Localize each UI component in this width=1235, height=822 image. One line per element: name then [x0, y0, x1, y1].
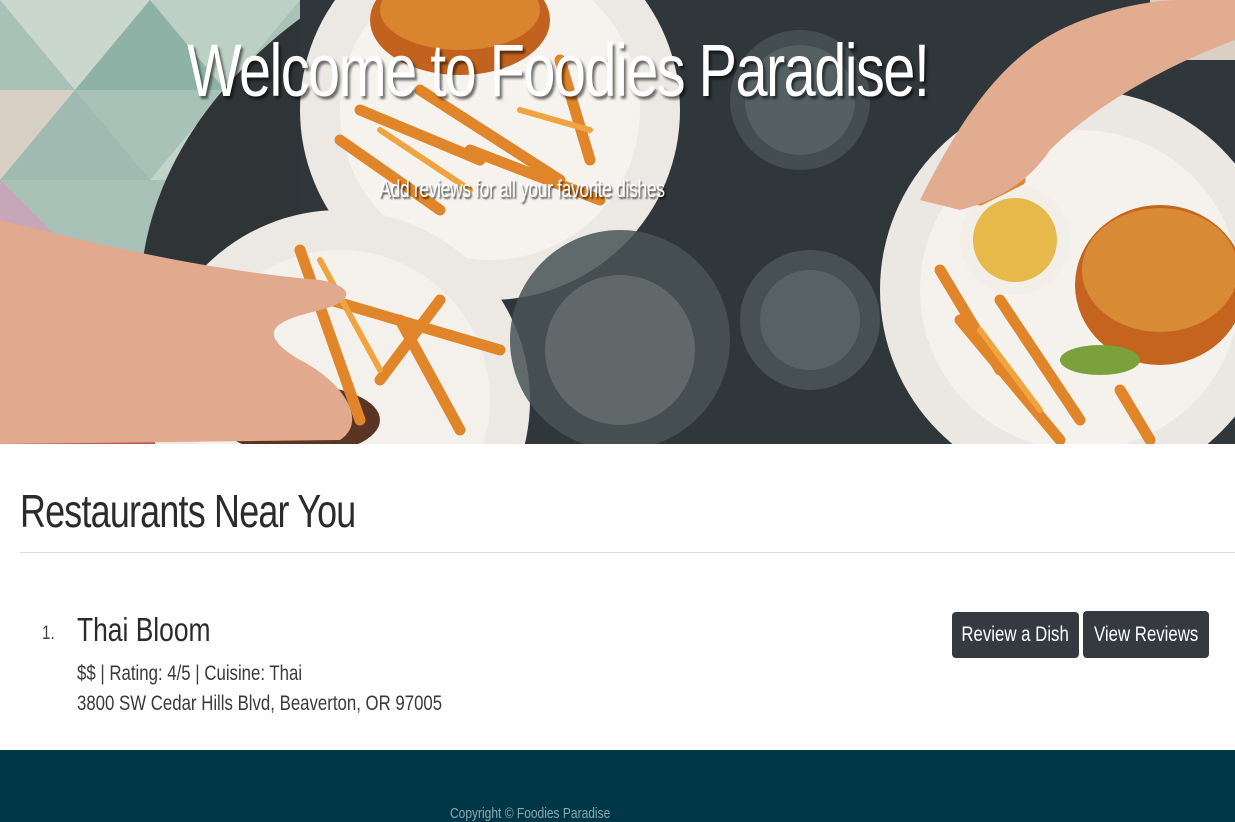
- footer: Copyright © Foodies Paradise: [0, 750, 1235, 822]
- section-divider: [20, 552, 1235, 553]
- section-title: Restaurants Near You: [20, 485, 356, 537]
- restaurant-address: 3800 SW Cedar Hills Blvd, Beaverton, OR …: [77, 692, 443, 715]
- hero-banner: Welcome to Foodies Paradise! Add reviews…: [0, 0, 1235, 444]
- copyright-text: Copyright © Foodies Paradise: [450, 805, 611, 822]
- view-reviews-button[interactable]: View Reviews: [1083, 611, 1209, 658]
- review-dish-button[interactable]: Review a Dish: [952, 612, 1079, 658]
- view-reviews-label: View Reviews: [1093, 622, 1199, 646]
- restaurant-meta: $$ | Rating: 4/5 | Cuisine: Thai: [77, 662, 303, 685]
- hero-subtitle: Add reviews for all your favorite dishes: [379, 176, 665, 203]
- list-item-number: 1.: [42, 623, 55, 644]
- review-dish-label: Review a Dish: [961, 623, 1070, 646]
- hero-title: Welcome to Foodies Paradise!: [187, 29, 930, 112]
- restaurant-name: Thai Bloom: [77, 611, 211, 648]
